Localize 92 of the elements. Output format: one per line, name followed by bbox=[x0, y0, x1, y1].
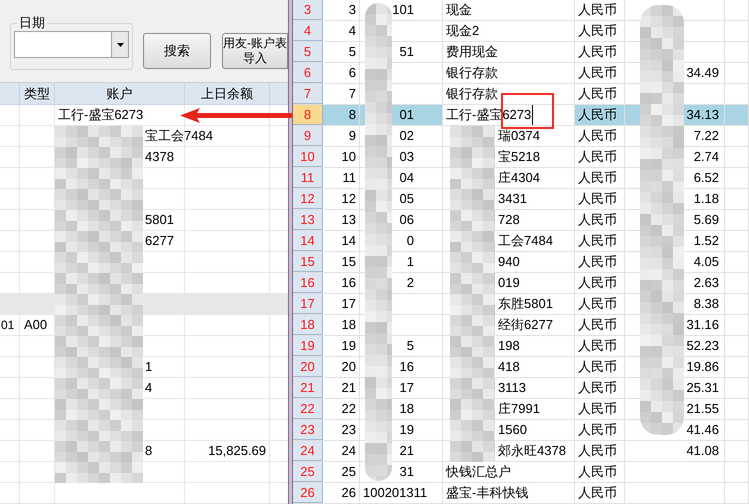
dropdown-caret-icon bbox=[116, 42, 124, 46]
table-cell-text: 1 bbox=[145, 358, 152, 376]
row-header[interactable]: 19 bbox=[293, 336, 323, 356]
table-cell-text: 经街6277 bbox=[498, 316, 553, 334]
table-cell-text: 银行存款 bbox=[446, 85, 498, 104]
table-cell-text: 01 bbox=[1, 317, 14, 334]
table-cell-text: 宝5218 bbox=[498, 148, 540, 166]
table-cell: 人民币 bbox=[575, 231, 625, 251]
table-cell: 人民币 bbox=[575, 210, 625, 230]
row-header[interactable]: 17 bbox=[293, 294, 323, 314]
row-header[interactable]: 11 bbox=[293, 168, 323, 188]
search-button[interactable]: 搜索 bbox=[143, 33, 211, 69]
table-cell: 人民币 bbox=[575, 357, 625, 377]
table-cell-text: 5801 bbox=[145, 211, 174, 230]
table-cell-text: 郊永旺4378 bbox=[498, 442, 566, 460]
row-header[interactable]: 10 bbox=[293, 147, 323, 167]
table-cell-text: 庄4304 bbox=[498, 169, 540, 188]
table-cell: 人民币 bbox=[575, 420, 625, 440]
row-header[interactable]: 13 bbox=[293, 210, 323, 230]
table-cell: 人民币 bbox=[575, 126, 625, 146]
table-cell-text: 198 bbox=[498, 337, 520, 356]
table-cell: 人民币 bbox=[575, 189, 625, 209]
row-header[interactable]: 4 bbox=[293, 21, 323, 41]
table-cell: 人民币 bbox=[575, 294, 625, 314]
row-header[interactable]: 5 bbox=[293, 42, 323, 62]
table-cell: 人民币 bbox=[575, 168, 625, 188]
table-cell-text: 盛宝-丰科快钱 bbox=[446, 484, 528, 502]
table-cell: 人民币 bbox=[575, 147, 625, 167]
table-cell: 人民币 bbox=[575, 483, 625, 503]
date-label: 日期 bbox=[18, 16, 46, 30]
table-cell: 人民币 bbox=[575, 462, 625, 482]
row-header[interactable]: 14 bbox=[293, 231, 323, 251]
table-cell-text: 940 bbox=[498, 253, 520, 272]
table-cell-text: 快钱汇总户 bbox=[446, 463, 511, 482]
table-cell: 人民币 bbox=[575, 252, 625, 272]
table-cell: 人民币 bbox=[575, 336, 625, 356]
highlight-box bbox=[501, 93, 554, 129]
table-cell-text: 银行存款 bbox=[446, 64, 498, 82]
table-cell: 人民币 bbox=[575, 42, 625, 62]
table-cell-text: 728 bbox=[498, 211, 520, 230]
column-header: 类型 bbox=[24, 84, 50, 103]
column-header: 上日余额 bbox=[201, 84, 253, 103]
row-header[interactable]: 24 bbox=[293, 441, 323, 461]
table-cell-text: 1560 bbox=[498, 421, 527, 440]
row-header[interactable]: 22 bbox=[293, 399, 323, 419]
row-header[interactable]: 16 bbox=[293, 273, 323, 293]
table-cell-text: 宝工会7484 bbox=[145, 127, 213, 146]
table-cell-text: 418 bbox=[498, 358, 520, 376]
row-header[interactable]: 26 bbox=[293, 483, 323, 503]
date-dropdown[interactable] bbox=[14, 31, 129, 58]
import-button[interactable]: 用友-账户表导入 bbox=[222, 33, 288, 69]
table-cell: 人民币 bbox=[575, 315, 625, 335]
table-cell-text: A00 bbox=[24, 316, 48, 334]
table-cell-text: 现金 bbox=[446, 1, 472, 20]
table-cell: 人民币 bbox=[575, 63, 625, 83]
row-header[interactable]: 18 bbox=[293, 315, 323, 335]
row-header[interactable]: 20 bbox=[293, 357, 323, 377]
row-header[interactable]: 3 bbox=[293, 0, 323, 20]
row-header[interactable]: 12 bbox=[293, 189, 323, 209]
row-header[interactable]: 15 bbox=[293, 252, 323, 272]
table-cell-text: 3113 bbox=[498, 379, 526, 398]
row-header[interactable]: 23 bbox=[293, 420, 323, 440]
table-cell-text: 4378 bbox=[145, 148, 174, 166]
column-header: 账户 bbox=[106, 84, 132, 103]
row-header[interactable]: 7 bbox=[293, 84, 323, 104]
table-cell-text: 4 bbox=[145, 379, 152, 398]
table-cell-text: 3431 bbox=[498, 190, 527, 208]
table-cell-text: 庄7991 bbox=[498, 400, 540, 418]
table-cell-text: 工会7484 bbox=[498, 232, 553, 250]
table-cell: 人民币 bbox=[575, 378, 625, 398]
table-cell: 人民币 bbox=[575, 84, 625, 104]
table-cell-text: 8 bbox=[145, 442, 152, 460]
table-cell: 人民币 bbox=[575, 21, 625, 41]
table-cell-text: 15,825.69 bbox=[208, 442, 266, 460]
row-header[interactable]: 25 bbox=[293, 462, 323, 482]
row-header[interactable]: 8 bbox=[293, 105, 323, 125]
table-cell: 人民币 bbox=[575, 0, 625, 20]
row-header[interactable]: 6 bbox=[293, 63, 323, 83]
table-cell: 人民币 bbox=[575, 105, 625, 125]
row-header[interactable]: 21 bbox=[293, 378, 323, 398]
table-cell: 人民币 bbox=[575, 273, 625, 293]
table-cell-text: 6277 bbox=[145, 232, 174, 250]
table-cell-text: 东胜5801 bbox=[498, 295, 553, 314]
table-cell-text: 瑞0374 bbox=[498, 127, 540, 146]
table-cell: 人民币 bbox=[575, 441, 625, 461]
row-header[interactable]: 9 bbox=[293, 126, 323, 146]
table-cell: 人民币 bbox=[575, 399, 625, 419]
table-cell-text: 现金2 bbox=[446, 22, 480, 40]
table-cell-text: 工行-盛宝6273 bbox=[58, 106, 144, 124]
table-cell-text: 019 bbox=[498, 274, 520, 292]
table-cell-text: 费用现金 bbox=[446, 43, 498, 62]
table-cell: 8 bbox=[323, 105, 360, 125]
